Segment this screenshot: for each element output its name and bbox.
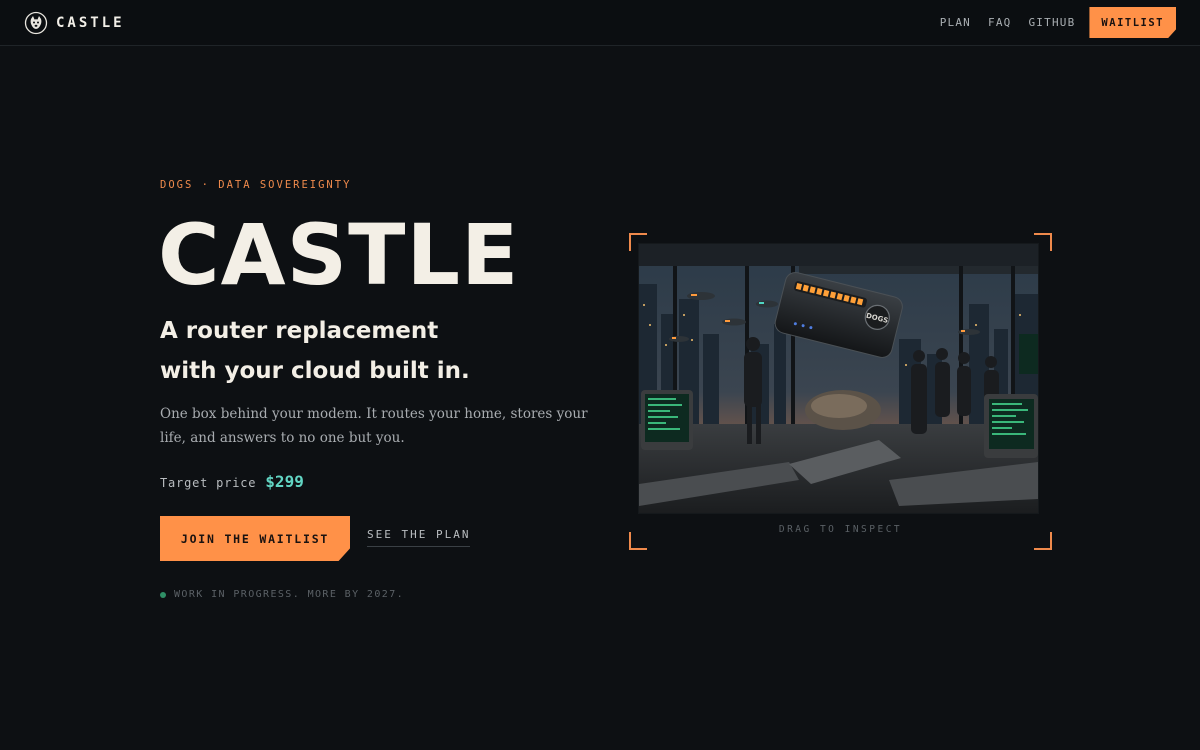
product-visual-frame: DOGS DRAG TO INSPECT [629,233,1052,550]
brand-home-link[interactable]: CASTLE [24,11,125,35]
office-scene-illustration: DOGS [639,244,1038,513]
hero-subtitle-line-2: with your cloud built in. [160,358,470,384]
hero-subtitle-line-1: A router replacement [160,318,439,344]
hero-description: One box behind your modem. It routes you… [160,406,588,446]
hero-title: CASTLE [158,206,520,304]
top-nav: CASTLE PLAN FAQ GITHUB WAITLIST [0,0,1200,46]
price-value: $299 [265,472,304,491]
nav-link-github[interactable]: GITHUB [1028,16,1075,29]
hero-subtitle: A router replacement with your cloud bui… [160,311,600,391]
drag-to-inspect-caption: DRAG TO INSPECT [778,524,903,535]
brand-name: CASTLE [56,15,125,31]
see-plan-link[interactable]: SEE THE PLAN [367,528,471,547]
nav-link-faq[interactable]: FAQ [988,16,1011,29]
status-dot-icon [160,591,166,598]
nav-links: PLAN FAQ GITHUB WAITLIST [923,7,1176,38]
status-text: WORK IN PROGRESS. MORE BY 2027. [174,589,405,600]
hero-eyebrow: DOGS · DATA SOVEREIGNTY [160,179,352,191]
price-row: Target price $299 [160,472,304,491]
product-scene-image[interactable]: DOGS [639,244,1038,513]
status-row: WORK IN PROGRESS. MORE BY 2027. [160,589,404,600]
price-label: Target price [160,476,257,490]
join-waitlist-button[interactable]: JOIN THE WAITLIST [160,516,350,561]
nav-link-plan[interactable]: PLAN [940,16,971,29]
waitlist-nav-button[interactable]: WAITLIST [1089,7,1176,38]
dog-head-icon [24,11,48,35]
